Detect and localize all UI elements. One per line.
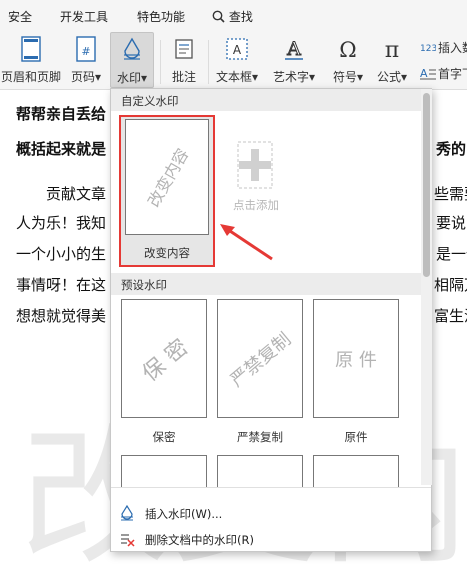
preset-watermark-label: 严禁复制: [237, 430, 283, 444]
preset-watermark-label: 保密: [152, 430, 176, 444]
preset-watermark-text: 保 密: [138, 334, 194, 387]
preset-watermark-title: 预设水印: [121, 278, 167, 292]
document-line: 事情呀！在这: [16, 276, 107, 294]
symbol-button[interactable]: Ω 符号▾: [326, 32, 370, 88]
preset-watermark-text: 原 件: [335, 349, 377, 371]
omega-icon: Ω: [339, 38, 356, 62]
first-char-label: 首字下: [438, 67, 467, 81]
svg-text:A: A: [420, 67, 428, 80]
document-line: 人为乐！我知: [16, 214, 107, 232]
pi-icon: π: [385, 38, 399, 62]
footer-divider: [111, 487, 431, 488]
number-list-icon: 123: [420, 44, 436, 54]
document-line: 富生活: [434, 307, 467, 325]
preset-watermark-no-copy[interactable]: 严禁复制: [217, 299, 303, 418]
page-number-icon: #: [76, 36, 96, 62]
page-number-button[interactable]: # 页码▾: [66, 32, 106, 88]
annotation-label: 批注: [171, 70, 196, 84]
custom-watermark-title: 自定义水印: [121, 94, 179, 108]
page-number-label: 页码▾: [70, 70, 102, 84]
preset-watermark-original[interactable]: 原 件: [313, 299, 399, 418]
tab-special-features[interactable]: 特色功能: [137, 8, 185, 25]
textbox-button[interactable]: A 文本框▾: [212, 32, 262, 88]
svg-text:#: #: [81, 45, 90, 58]
document-line: 概括起来就是: [16, 140, 107, 158]
add-watermark-button[interactable]: 点击添加: [229, 139, 293, 215]
remove-watermark-menu-item[interactable]: 删除文档中的水印(R): [111, 527, 431, 551]
header-footer-button[interactable]: 页眉和页脚: [0, 32, 62, 88]
arrow-icon: [220, 224, 273, 261]
watermark-label: 水印▾: [116, 71, 148, 85]
first-char-button[interactable]: A 首字下: [416, 62, 467, 84]
preset-watermark-label: 原件: [344, 430, 368, 444]
insert-number-label: 插入数: [438, 41, 467, 55]
preset-watermark-card[interactable]: [217, 455, 303, 487]
art-text-button[interactable]: A 艺术字▾: [268, 32, 320, 88]
scrollbar-thumb[interactable]: [423, 93, 430, 277]
svg-text:Ω: Ω: [339, 38, 356, 62]
preset-watermark-confidential[interactable]: 保 密: [121, 299, 207, 418]
watermark-icon: [124, 37, 140, 60]
insert-watermark-label: 插入水印(W)...: [145, 507, 223, 521]
drop-cap-icon: A: [420, 67, 436, 80]
remove-watermark-label: 删除文档中的水印(R): [145, 533, 254, 547]
preset-watermark-text: 严禁复制: [226, 328, 296, 391]
tab-find-label: 查找: [228, 10, 253, 24]
watermark-dropdown: 自定义水印 改变内容 改变内容 点击添加 预设水印 保 密 保密 严禁复制 严禁…: [110, 88, 432, 552]
search-icon: [212, 10, 225, 23]
watermark-button[interactable]: 水印▾: [110, 32, 154, 88]
menu-tab-bar: 安全 开发工具 特色功能 查找: [0, 0, 467, 32]
textbox-label: 文本框▾: [215, 70, 259, 84]
formula-button[interactable]: π 公式▾: [372, 32, 412, 88]
header-footer-icon: [21, 36, 41, 62]
custom-watermark-preview-text: 改变内容: [144, 145, 193, 211]
svg-text:π: π: [385, 38, 399, 62]
tab-security[interactable]: 安全: [8, 8, 32, 25]
symbol-label: 符号▾: [332, 70, 364, 84]
art-text-label: 艺术字▾: [272, 70, 316, 84]
remove-watermark-icon: [121, 534, 135, 547]
svg-text:A: A: [286, 38, 301, 60]
preset-watermark-header: 预设水印: [111, 273, 421, 295]
annotation-icon: [175, 39, 193, 59]
preset-watermark-card[interactable]: [313, 455, 399, 487]
dropdown-scrollbar[interactable]: [421, 89, 432, 485]
document-line: 贡献文章: [46, 185, 107, 203]
ribbon-toolbar: 页眉和页脚 # 页码▾ 水印▾ 批注 A 文本框▾ A 艺术字▾ Ω 符号▾ π…: [0, 32, 467, 90]
document-line: 想想就觉得美: [16, 307, 107, 325]
ribbon-separator: [160, 40, 161, 84]
preset-watermark-card[interactable]: [121, 455, 207, 487]
document-line: 帮帮亲自丢给: [16, 105, 107, 123]
plus-icon: [237, 141, 273, 189]
tab-developer-tools[interactable]: 开发工具: [60, 8, 108, 25]
insert-watermark-menu-item[interactable]: 插入水印(W)...: [111, 501, 431, 525]
art-text-icon: A: [285, 38, 303, 61]
watermark-icon: [121, 505, 133, 521]
textbox-icon: A: [226, 38, 248, 60]
document-line: 是一件: [436, 245, 467, 263]
custom-watermark-header: 自定义水印: [111, 89, 421, 111]
document-line: 一个小小的生: [16, 245, 107, 263]
custom-watermark-preview: 改变内容: [125, 119, 209, 235]
document-line: 相隔万: [434, 276, 467, 294]
svg-text:A: A: [233, 43, 242, 57]
annotation-button[interactable]: 批注: [164, 32, 204, 88]
custom-watermark-item[interactable]: 改变内容 改变内容: [119, 115, 215, 267]
ribbon-separator: [208, 40, 209, 84]
formula-label: 公式▾: [376, 70, 408, 84]
document-line: 些需要: [434, 185, 467, 203]
tab-find[interactable]: 查找: [212, 8, 253, 25]
add-watermark-label: 点击添加: [233, 198, 279, 212]
document-line: 秀的: [436, 140, 467, 158]
document-line: 要说,: [436, 214, 467, 232]
svg-text:123: 123: [420, 44, 436, 54]
custom-watermark-label: 改变内容: [144, 246, 190, 260]
insert-number-button[interactable]: 123 插入数: [416, 36, 467, 58]
header-footer-label: 页眉和页脚: [0, 70, 61, 84]
